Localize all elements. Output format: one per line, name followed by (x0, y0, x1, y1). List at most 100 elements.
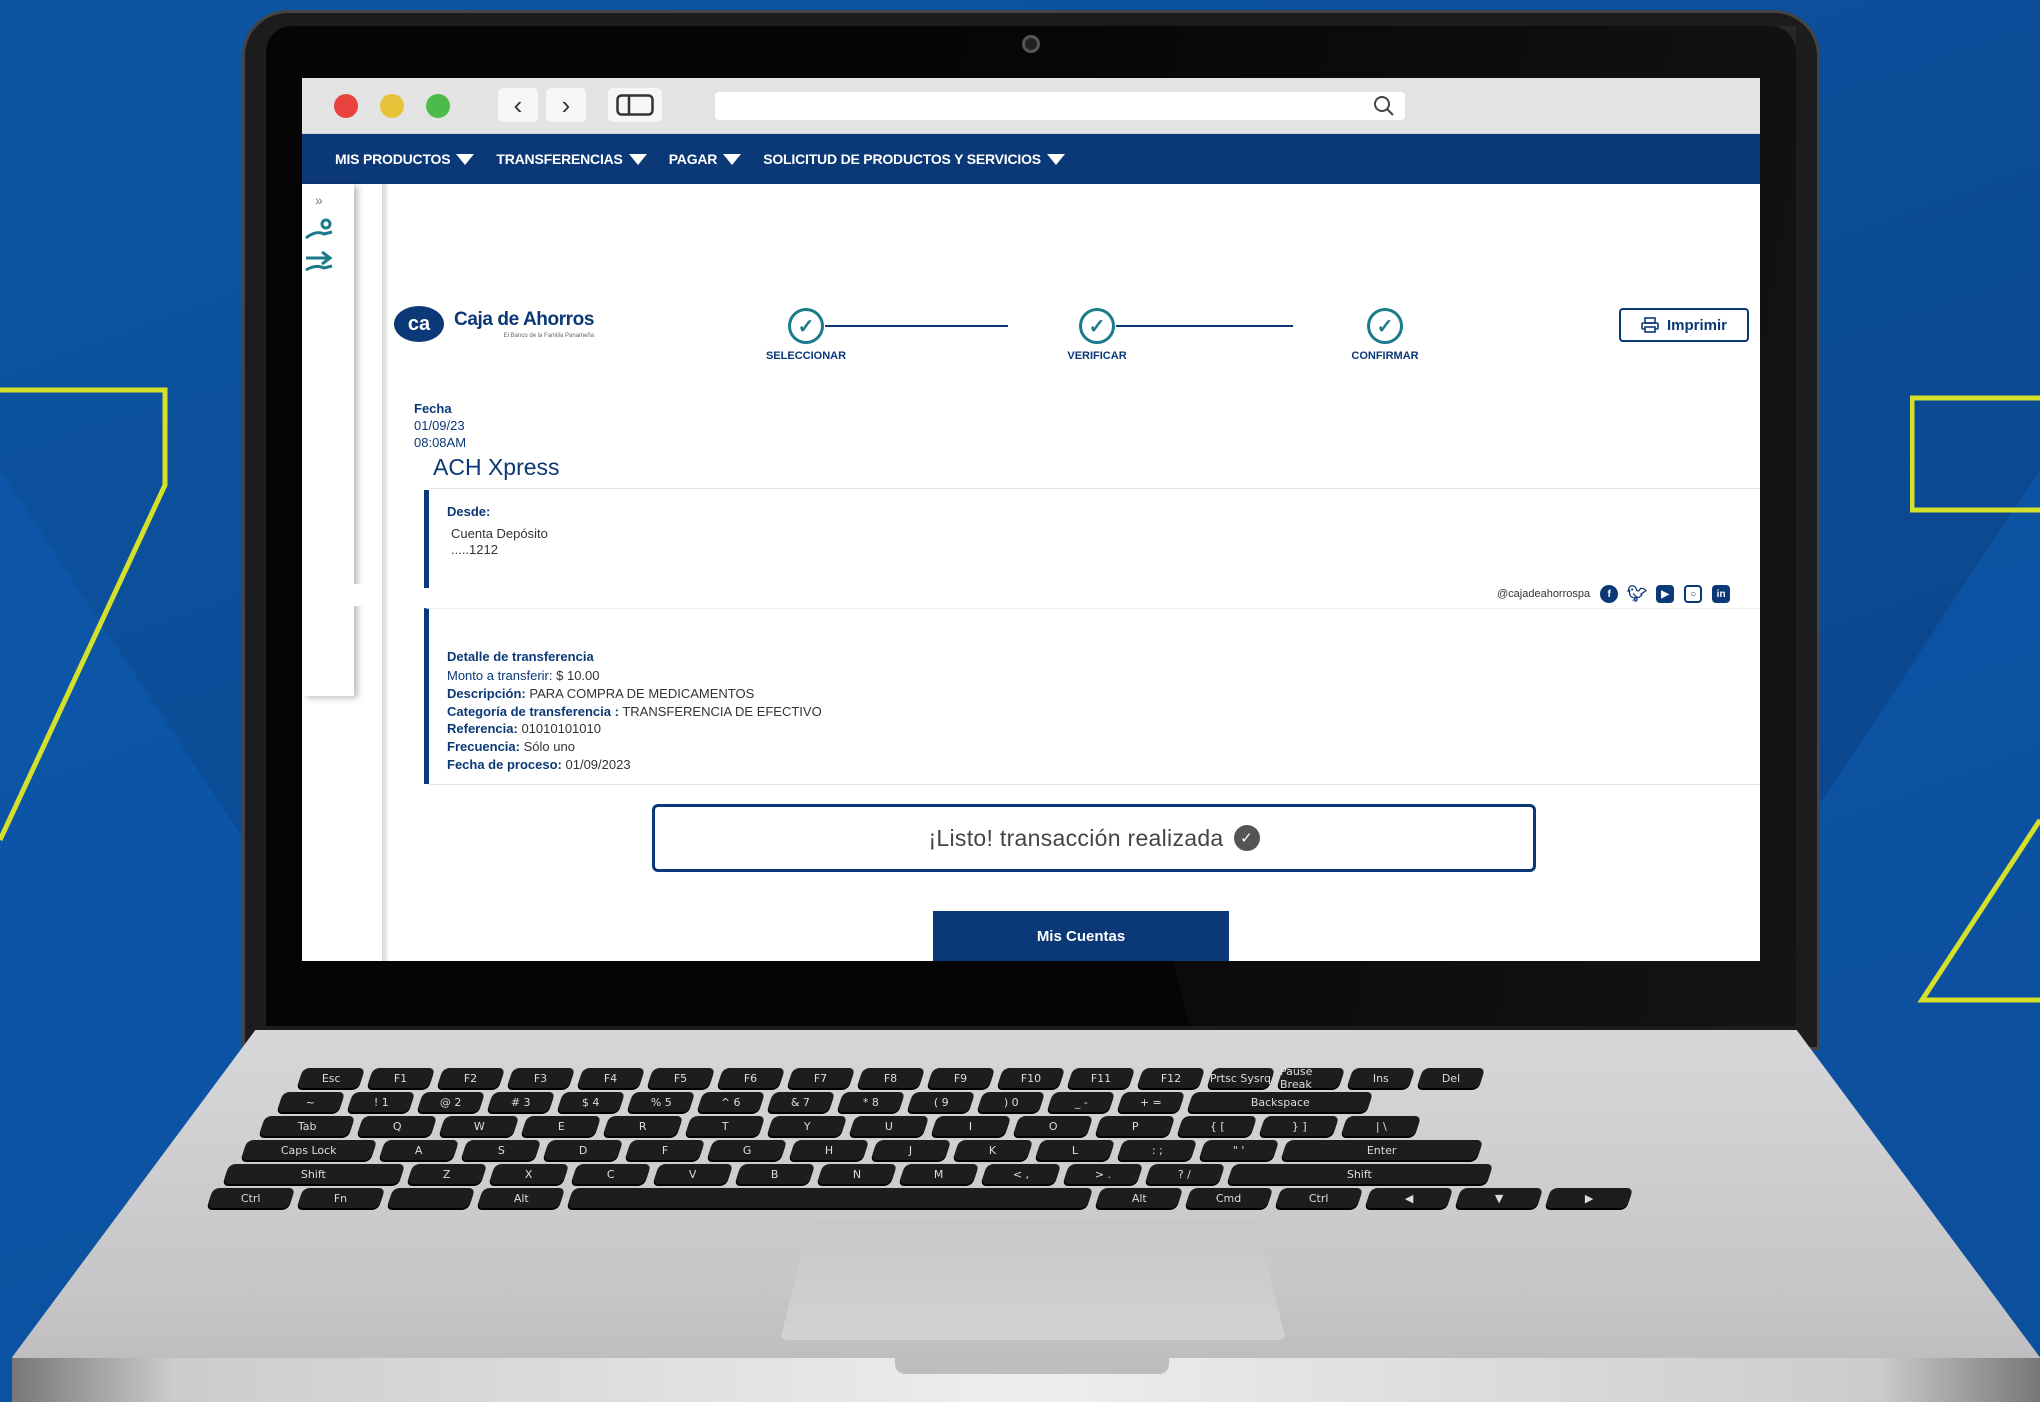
keyboard-key[interactable]: K (952, 1140, 1034, 1160)
keyboard-key[interactable]: } ] (1258, 1116, 1340, 1136)
keyboard-key[interactable]: F10 (996, 1068, 1066, 1088)
keyboard-key[interactable]: Esc (296, 1068, 366, 1088)
keyboard-key[interactable]: < , (980, 1164, 1062, 1184)
keyboard-key[interactable]: Shift (222, 1164, 406, 1184)
keyboard-key[interactable]: > . (1062, 1164, 1144, 1184)
window-close-button[interactable] (334, 94, 358, 118)
keyboard-key[interactable]: S (460, 1140, 542, 1160)
trackpad[interactable] (780, 1222, 1286, 1340)
keyboard-key[interactable]: Caps Lock (240, 1140, 378, 1160)
keyboard-key[interactable]: F3 (506, 1068, 576, 1088)
keyboard-key[interactable]: Tab (258, 1116, 356, 1136)
keyboard-key[interactable]: Enter (1280, 1140, 1484, 1160)
keyboard-key[interactable]: U (848, 1116, 930, 1136)
keyboard-key[interactable]: Alt (476, 1188, 566, 1208)
keyboard-key[interactable]: F5 (646, 1068, 716, 1088)
keyboard-key[interactable]: W (438, 1116, 520, 1136)
linkedin-icon[interactable]: in (1712, 585, 1731, 603)
keyboard-key[interactable]: $ 4 (556, 1092, 626, 1112)
keyboard-key[interactable]: Ctrl (206, 1188, 296, 1208)
keyboard-key[interactable]: G (706, 1140, 788, 1160)
window-maximize-button[interactable] (426, 94, 450, 118)
nav-solicitud[interactable]: SOLICITUD DE PRODUCTOS Y SERVICIOS (763, 151, 1065, 167)
keyboard-key[interactable]: F2 (436, 1068, 506, 1088)
keyboard-key[interactable]: B (734, 1164, 816, 1184)
keyboard-key[interactable]: & 7 (766, 1092, 836, 1112)
keyboard-key[interactable]: E (520, 1116, 602, 1136)
keyboard-key[interactable]: Prtsc Sysrq (1206, 1068, 1276, 1088)
keyboard-key[interactable]: H (788, 1140, 870, 1160)
back-button[interactable]: ‹ (498, 88, 538, 122)
keyboard-key[interactable]: ) 0 (976, 1092, 1046, 1112)
keyboard-key[interactable]: ^ 6 (696, 1092, 766, 1112)
keyboard-key[interactable]: D (542, 1140, 624, 1160)
keyboard-key[interactable]: % 5 (626, 1092, 696, 1112)
instagram-icon[interactable]: ○ (1684, 585, 1703, 603)
keyboard-key[interactable]: Pause Break (1276, 1065, 1346, 1091)
keyboard-key[interactable]: N (816, 1164, 898, 1184)
keyboard-key[interactable]: Y (766, 1116, 848, 1136)
keyboard-key[interactable] (386, 1188, 476, 1208)
keyboard-key[interactable]: @ 2 (416, 1092, 486, 1112)
keyboard-key[interactable]: Del (1416, 1068, 1486, 1088)
mis-cuentas-button[interactable]: Mis Cuentas (933, 911, 1229, 961)
keyboard-key[interactable] (566, 1188, 1094, 1208)
keyboard-key[interactable]: + = (1116, 1092, 1186, 1112)
keyboard-key[interactable]: Ctrl (1274, 1188, 1364, 1208)
keyboard-key[interactable]: | \ (1340, 1116, 1422, 1136)
keyboard-key[interactable]: ◀ (1364, 1188, 1454, 1208)
keyboard-key[interactable]: { [ (1176, 1116, 1258, 1136)
twitter-icon[interactable]: 🐦︎ (1627, 585, 1647, 603)
window-minimize-button[interactable] (380, 94, 404, 118)
keyboard-key[interactable]: Fn (296, 1188, 386, 1208)
keyboard-key[interactable]: P (1094, 1116, 1176, 1136)
transfer-hands-icon[interactable] (304, 250, 334, 276)
keyboard-key[interactable]: F11 (1066, 1068, 1136, 1088)
print-button[interactable]: Imprimir (1619, 308, 1749, 342)
keyboard-key[interactable]: Ins (1346, 1068, 1416, 1088)
keyboard-key[interactable]: A (378, 1140, 460, 1160)
keyboard-key[interactable]: M (898, 1164, 980, 1184)
youtube-icon[interactable]: ▶ (1656, 585, 1675, 603)
keyboard-key[interactable]: C (570, 1164, 652, 1184)
keyboard-key[interactable]: F1 (366, 1068, 436, 1088)
keyboard-key[interactable]: L (1034, 1140, 1116, 1160)
address-bar[interactable] (715, 92, 1405, 120)
nav-pagar[interactable]: PAGAR (669, 151, 742, 167)
forward-button[interactable]: › (546, 88, 586, 122)
keyboard-key[interactable]: V (652, 1164, 734, 1184)
keyboard-key[interactable]: Shift (1226, 1164, 1494, 1184)
keyboard-key[interactable]: F6 (716, 1068, 786, 1088)
keyboard-key[interactable]: J (870, 1140, 952, 1160)
keyboard-key[interactable]: : ; (1116, 1140, 1198, 1160)
keyboard-key[interactable]: F4 (576, 1068, 646, 1088)
keyboard-key[interactable]: Cmd (1184, 1188, 1274, 1208)
keyboard-key[interactable]: * 8 (836, 1092, 906, 1112)
keyboard-key[interactable]: ▼ (1454, 1188, 1544, 1208)
keyboard-key[interactable]: I (930, 1116, 1012, 1136)
nav-mis-productos[interactable]: MIS PRODUCTOS (335, 151, 475, 167)
keyboard-key[interactable]: ~ (276, 1092, 346, 1112)
sidebar-toggle-button[interactable] (608, 88, 662, 122)
keyboard-key[interactable]: T (684, 1116, 766, 1136)
keyboard-key[interactable]: # 3 (486, 1092, 556, 1112)
keyboard-key[interactable]: Z (406, 1164, 488, 1184)
keyboard-key[interactable]: F9 (926, 1068, 996, 1088)
facebook-icon[interactable]: f (1600, 585, 1619, 603)
keyboard-key[interactable]: F12 (1136, 1068, 1206, 1088)
keyboard-key[interactable]: ! 1 (346, 1092, 416, 1112)
keyboard-key[interactable]: F7 (786, 1068, 856, 1088)
keyboard-key[interactable]: ? / (1144, 1164, 1226, 1184)
keyboard-key[interactable]: F (624, 1140, 706, 1160)
keyboard-key[interactable]: R (602, 1116, 684, 1136)
keyboard-key[interactable]: Backspace (1186, 1092, 1374, 1112)
keyboard-key[interactable]: ( 9 (906, 1092, 976, 1112)
hand-coin-icon[interactable] (304, 218, 334, 244)
nav-transferencias[interactable]: TRANSFERENCIAS (496, 151, 647, 167)
keyboard-key[interactable]: O (1012, 1116, 1094, 1136)
keyboard-key[interactable]: X (488, 1164, 570, 1184)
double-chevron-right-icon[interactable]: » (315, 192, 323, 208)
keyboard-key[interactable]: ▶ (1544, 1188, 1634, 1208)
keyboard-key[interactable]: F8 (856, 1068, 926, 1088)
keyboard-key[interactable]: Alt (1094, 1188, 1184, 1208)
